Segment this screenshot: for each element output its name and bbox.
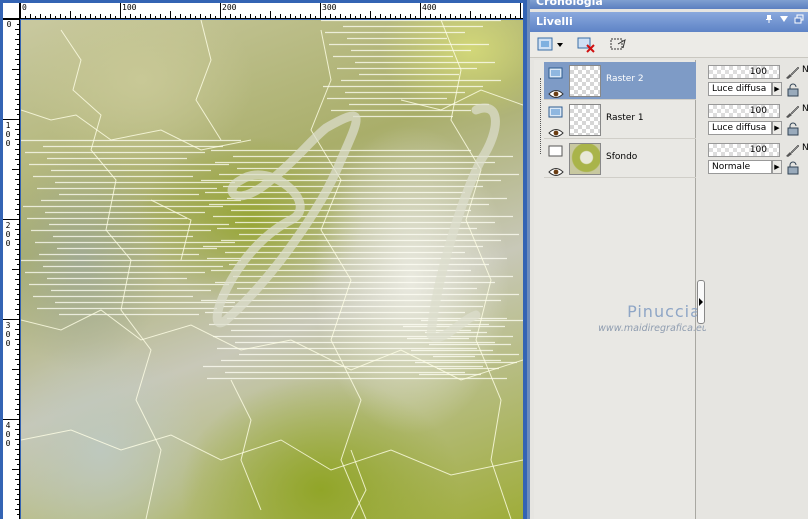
new-layer-button[interactable] — [536, 36, 563, 54]
layer-row-raster-1[interactable]: Raster 1 — [544, 101, 696, 139]
delete-layer-icon — [577, 37, 595, 53]
blend-dropdown-arrow[interactable]: ▶ — [772, 82, 782, 96]
blend-mode-select[interactable]: Normale — [708, 160, 772, 174]
pin-icon[interactable] — [764, 12, 774, 32]
brush-icon[interactable] — [784, 143, 800, 157]
ruler-vlabel-200: 2 0 0 — [5, 221, 11, 248]
ruler-label-300: 300 — [322, 3, 337, 12]
image-canvas[interactable] — [21, 20, 523, 519]
background-layer-icon — [548, 143, 564, 157]
ruler-ticks-h — [20, 3, 521, 18]
panel-splitter-handle[interactable] — [697, 280, 705, 324]
layer-list: Raster 2 Raster 1 Sfondo Pinuccia www.ma… — [534, 60, 708, 519]
blend-dropdown-arrow[interactable]: ▶ — [772, 121, 782, 135]
expand-arrow-icon — [699, 298, 703, 306]
raster-layer-icon — [548, 65, 564, 79]
psp-window: 0 100 200 300 400 0 1 0 0 2 0 0 3 0 0 4 … — [0, 0, 808, 519]
ruler-vlabel-300: 3 0 0 — [5, 321, 11, 348]
ruler-vlabel-100: 1 0 0 — [5, 121, 11, 148]
delete-layer-button[interactable] — [576, 36, 598, 54]
layer-extra-text: N — [802, 104, 808, 114]
layer-extra-text: N — [802, 65, 808, 75]
canvas-area: 0 100 200 300 400 0 1 0 0 2 0 0 3 0 0 4 … — [0, 0, 527, 519]
ruler-vlabel-400: 4 0 0 — [5, 421, 11, 448]
ruler-horizontal[interactable]: 0 100 200 300 400 — [20, 3, 523, 19]
layer-props-sfondo: 100 Normale ▶ N — [708, 140, 808, 178]
layer-row-raster-2[interactable]: Raster 2 — [544, 62, 696, 100]
layer-thumbnail — [569, 143, 601, 175]
image-overlay — [21, 20, 523, 519]
tree-connector — [540, 78, 541, 154]
layers-panel-titlebar[interactable]: Livelli — [530, 12, 808, 32]
mask-button[interactable] — [608, 36, 630, 54]
ruler-label-100: 100 — [122, 3, 137, 12]
layer-extra-text: N — [802, 143, 808, 153]
ruler-label-200: 200 — [222, 3, 237, 12]
opacity-field[interactable]: 100 — [708, 143, 780, 157]
layer-props-raster-1: 100 Luce diffusa ▶ N — [708, 101, 808, 139]
layers-toolbar — [530, 32, 808, 58]
layer-thumbnail — [569, 65, 601, 97]
dropdown-icon[interactable] — [779, 12, 789, 32]
raster-layer-icon — [548, 104, 564, 118]
new-layer-icon — [537, 37, 563, 51]
layer-thumbnail — [569, 104, 601, 136]
layers-panel: Cronologia Livelli Raster 2 Raster 1 Sfo… — [530, 0, 808, 519]
history-panel-title: Cronologia — [536, 0, 603, 8]
visibility-eye-icon[interactable] — [548, 84, 564, 98]
brush-icon[interactable] — [784, 104, 800, 118]
opacity-field[interactable]: 100 — [708, 104, 780, 118]
lock-icon[interactable] — [786, 121, 800, 136]
lock-icon[interactable] — [786, 82, 800, 97]
layer-properties: 100 Luce diffusa ▶ N 100 Luce diffusa ▶ … — [706, 60, 808, 519]
layers-panel-title: Livelli — [536, 15, 573, 28]
layer-name: Raster 1 — [606, 113, 644, 123]
visibility-eye-icon[interactable] — [548, 123, 564, 137]
brush-icon[interactable] — [784, 65, 800, 79]
restore-icon[interactable] — [794, 12, 804, 32]
ruler-vlabel-0: 0 — [6, 20, 12, 29]
ruler-label-0: 0 — [22, 3, 27, 12]
ruler-vertical[interactable]: 0 1 0 0 2 0 0 3 0 0 4 0 0 — [3, 19, 20, 519]
ruler-label-400: 400 — [422, 3, 437, 12]
blend-mode-select[interactable]: Luce diffusa — [708, 82, 772, 96]
selection-mask-icon — [610, 38, 626, 50]
layer-name: Raster 2 — [606, 74, 644, 84]
history-panel-titlebar[interactable]: Cronologia — [530, 0, 808, 9]
ruler-corner — [3, 3, 20, 19]
blend-dropdown-arrow[interactable]: ▶ — [772, 160, 782, 174]
lock-icon[interactable] — [786, 160, 800, 175]
layer-name: Sfondo — [606, 152, 638, 162]
layer-row-sfondo[interactable]: Sfondo — [544, 140, 696, 178]
visibility-eye-icon[interactable] — [548, 162, 564, 176]
blend-mode-select[interactable]: Luce diffusa — [708, 121, 772, 135]
opacity-field[interactable]: 100 — [708, 65, 780, 79]
layer-props-raster-2: 100 Luce diffusa ▶ N — [708, 62, 808, 100]
